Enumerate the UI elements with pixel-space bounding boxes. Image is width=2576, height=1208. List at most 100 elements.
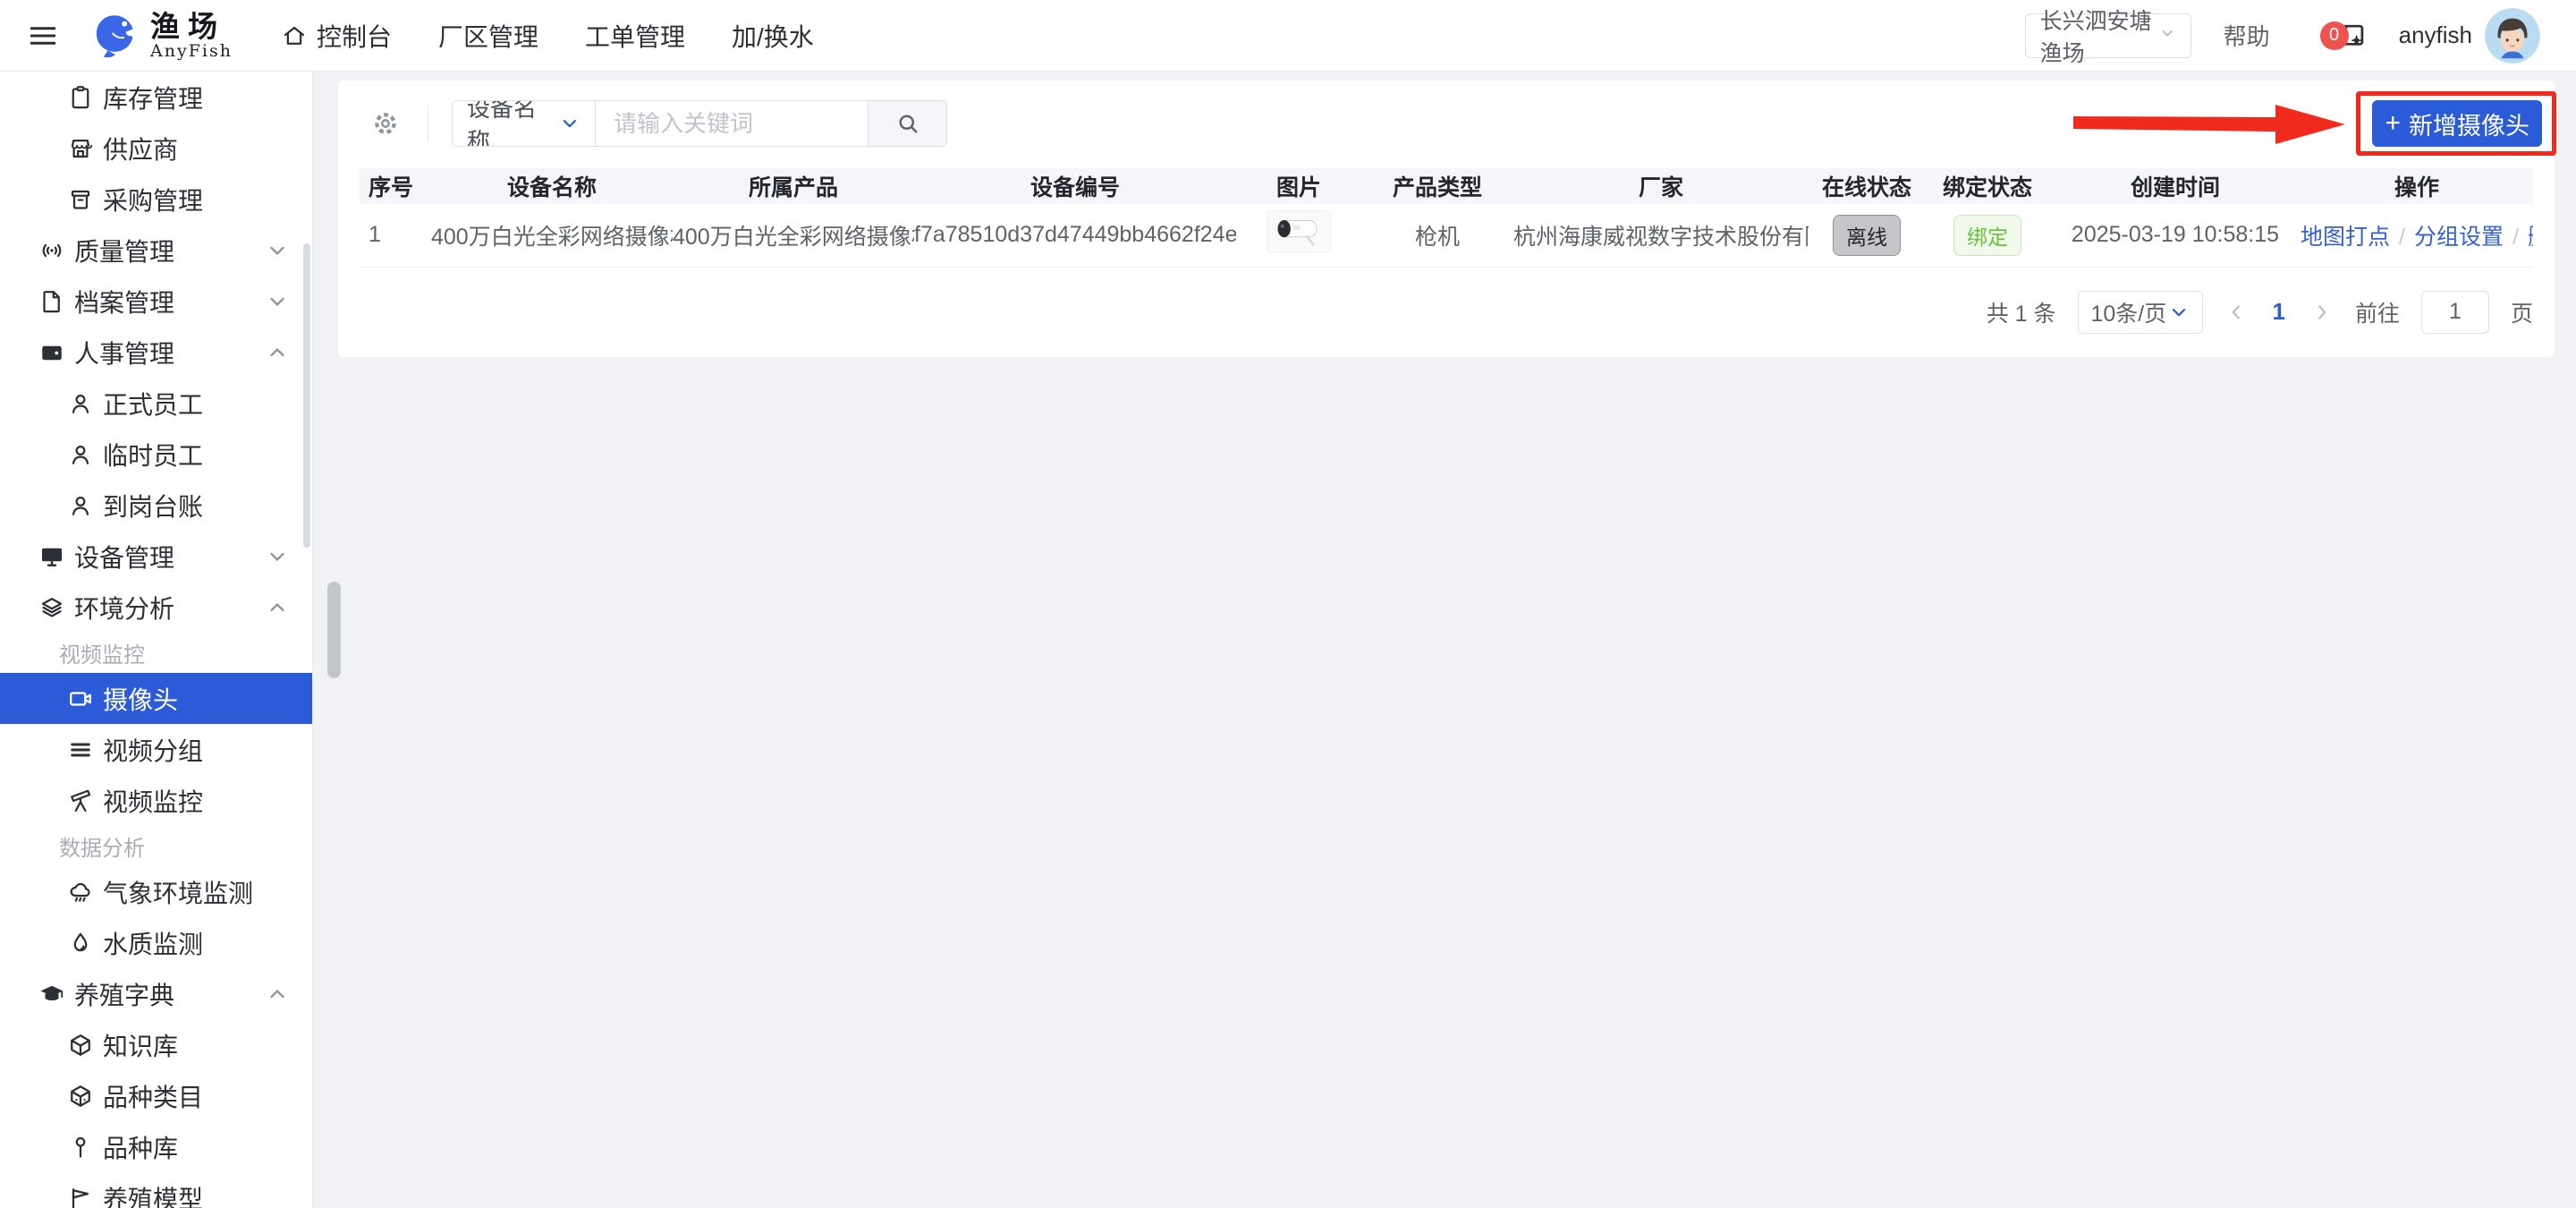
goto-label: 前往: [2354, 301, 2400, 327]
page-size-select[interactable]: 10条/页: [2077, 290, 2203, 334]
sidebar-item-weather-environment-monitoring[interactable]: 气象环境监测: [0, 866, 312, 917]
pin-icon: [67, 1134, 94, 1161]
cell-device_name: 400万白光全彩网络摄像机: [431, 204, 673, 268]
sidebar-item-label: 档案管理: [74, 288, 175, 317]
search-input[interactable]: [596, 101, 868, 146]
next-page-chevron-right-icon[interactable]: [2310, 301, 2334, 324]
sidebar-item-environment-analysis[interactable]: 环境分析: [0, 582, 312, 633]
chevron-down-icon: [266, 239, 289, 262]
content-scrollbar[interactable]: [327, 582, 341, 678]
column-header-index: 序号: [360, 168, 431, 204]
column-header-device_name: 设备名称: [431, 168, 673, 204]
fish-logo-icon: [89, 13, 140, 59]
nav-item-add-exchange-water[interactable]: 加/换水: [732, 18, 814, 54]
table-row: 1 400万白光全彩网络摄像机 400万白光全彩网络摄像机 f7a78510d37d4…: [360, 204, 2533, 268]
sidebar-item-quality-management[interactable]: 质量管理: [0, 225, 312, 276]
sidebar-item-variety-category[interactable]: 品种类目: [0, 1070, 312, 1121]
nav-item-factory-management[interactable]: 厂区管理: [438, 18, 538, 54]
toolbar: 设备名称 + 新增摄像头: [360, 91, 2556, 156]
sidebar-item-variety-library[interactable]: 品种库: [0, 1121, 312, 1172]
online-status-badge: 离线: [1833, 214, 1901, 256]
nav-item-label: 厂区管理: [437, 22, 538, 51]
sidebar-item-archive-management[interactable]: 档案管理: [0, 276, 312, 327]
prev-page-chevron-left-icon[interactable]: [2224, 301, 2248, 324]
cell-manufacturer: 杭州海康威视数字技术股份有限公司: [1513, 204, 1809, 268]
sidebar-item-label: 设备管理: [74, 543, 175, 572]
search-field-select[interactable]: 设备名称: [453, 101, 596, 146]
top-header: 渔场 AnyFish 控制台 厂区管理 工单管理 加/换水 长兴泗安塘渔场 帮助 0: [0, 0, 2576, 72]
page-body: 库存管理 供应商 采购管理 质量管理档案管理人事管理正式员工临时员工 到岗台账设备管理环…: [0, 72, 2576, 1208]
action-link-group-settings[interactable]: 分组设置: [2414, 225, 2504, 250]
sidebar-item-inventory-management[interactable]: 库存管理: [0, 72, 312, 123]
nav-item-work-order-management[interactable]: 工单管理: [585, 18, 685, 54]
search-button[interactable]: [868, 101, 946, 146]
sidebar-item-video-grouping[interactable]: 视频分组: [0, 724, 312, 775]
sidebar-item-formal-employees[interactable]: 正式员工: [0, 378, 312, 429]
add-camera-button[interactable]: + 新增摄像头: [2372, 100, 2542, 147]
sidebar-item-video-monitoring[interactable]: 视频监控: [0, 775, 312, 826]
sidebar-item-hr-management[interactable]: 人事管理: [0, 327, 312, 378]
sidebar-item-breeding-model[interactable]: 养殖模型: [0, 1172, 312, 1208]
sidebar-item-arrival-ledger[interactable]: 到岗台账: [0, 480, 312, 531]
farm-select-value: 长兴泗安塘渔场: [2039, 8, 2152, 66]
column-header-online_status: 在线状态: [1809, 168, 1925, 204]
column-settings-gear-icon[interactable]: [370, 108, 401, 139]
sidebar-item-label: 环境分析: [74, 594, 175, 623]
sidebar-item-temporary-employees[interactable]: 临时员工: [0, 429, 312, 480]
video-camera-icon: [67, 685, 94, 712]
sidebar-item-label: 摄像头: [103, 685, 179, 714]
column-header-actions: 操作: [2301, 168, 2533, 204]
chevron-down-icon: [266, 290, 289, 313]
user-menu[interactable]: anyfish: [2398, 7, 2540, 64]
layers-icon: [38, 594, 65, 621]
pagination: 共 1 条 10条/页 1 前往 1 页: [360, 290, 2533, 334]
cell-product_type: 枪机: [1361, 204, 1513, 268]
signal-icon: [38, 237, 65, 264]
user-avatar: [2485, 7, 2540, 64]
page-number-current[interactable]: 1: [2269, 298, 2289, 326]
cell-actions: 地图打点 / 分组设置 / 删除: [2301, 204, 2533, 268]
farm-select[interactable]: 长兴泗安塘渔场: [2024, 9, 2191, 66]
sidebar: 库存管理 供应商 采购管理 质量管理档案管理人事管理正式员工临时员工 到岗台账设备管理环…: [0, 72, 313, 1208]
goto-page-input[interactable]: [2420, 290, 2489, 334]
sidebar-menu: 库存管理 供应商 采购管理 质量管理档案管理人事管理正式员工临时员工 到岗台账设备管理环…: [0, 72, 312, 1208]
sidebar-item-label: 养殖模型: [103, 1185, 204, 1208]
sidebar-group-label-video-monitoring-group: 视频监控: [59, 643, 145, 668]
app-root: 渔场 AnyFish 控制台 厂区管理 工单管理 加/换水 长兴泗安塘渔场 帮助 0: [0, 0, 2576, 1208]
chevron-down-icon: [559, 113, 580, 134]
action-link-delete[interactable]: 删除: [2528, 225, 2533, 250]
nav-item-console[interactable]: 控制台: [281, 18, 392, 54]
bind-status-badge: 绑定: [1953, 214, 2021, 256]
user-icon: [67, 390, 94, 417]
hamburger-menu-icon[interactable]: [27, 20, 59, 52]
pagination-total: 共 1 条: [1986, 301, 2056, 327]
sidebar-item-label: 人事管理: [74, 339, 175, 368]
sidebar-item-label: 养殖字典: [74, 981, 175, 1009]
archive-icon: [67, 186, 94, 213]
sidebar-item-device-management[interactable]: 设备管理: [0, 531, 312, 582]
help-link[interactable]: 帮助: [2224, 19, 2270, 52]
add-camera-button-label: 新增摄像头: [2409, 112, 2529, 140]
nav-item-label: 加/换水: [732, 22, 814, 51]
device-table: 序号 设备名称 所属产品 设备编号 图片 产品类型 厂家 在线状态 绑定状态 创建时间 操作 1 40…: [360, 168, 2533, 268]
plus-icon: +: [2385, 108, 2401, 138]
search-group: 设备名称: [452, 100, 947, 147]
action-link-map-marking[interactable]: 地图打点: [2301, 225, 2390, 250]
sidebar-item-purchase-management[interactable]: 采购管理: [0, 174, 312, 225]
sidebar-scrollbar[interactable]: [303, 243, 310, 548]
annotation-arrow: [2073, 98, 2351, 150]
column-header-product_type: 产品类型: [1361, 168, 1513, 204]
header-right: 长兴泗安塘渔场 帮助 0 anyfish: [2024, 7, 2540, 66]
sidebar-item-supplier[interactable]: 供应商: [0, 123, 312, 174]
sidebar-item-breeding-dictionary[interactable]: 养殖字典: [0, 968, 312, 1019]
search-field-value: 设备名称: [467, 100, 538, 147]
top-nav: 控制台 厂区管理 工单管理 加/换水: [281, 18, 814, 54]
sidebar-item-camera[interactable]: 摄像头: [0, 673, 312, 724]
username: anyfish: [2398, 21, 2472, 48]
sidebar-item-label: 品种类目: [103, 1083, 204, 1111]
sidebar-item-knowledge-base[interactable]: 知识库: [0, 1019, 312, 1070]
home-icon: [281, 22, 308, 49]
device-image-thumbnail[interactable]: [1266, 210, 1332, 253]
sidebar-item-water-quality-monitoring[interactable]: 水质监测: [0, 917, 312, 968]
sidebar-item-label: 正式员工: [103, 390, 204, 419]
